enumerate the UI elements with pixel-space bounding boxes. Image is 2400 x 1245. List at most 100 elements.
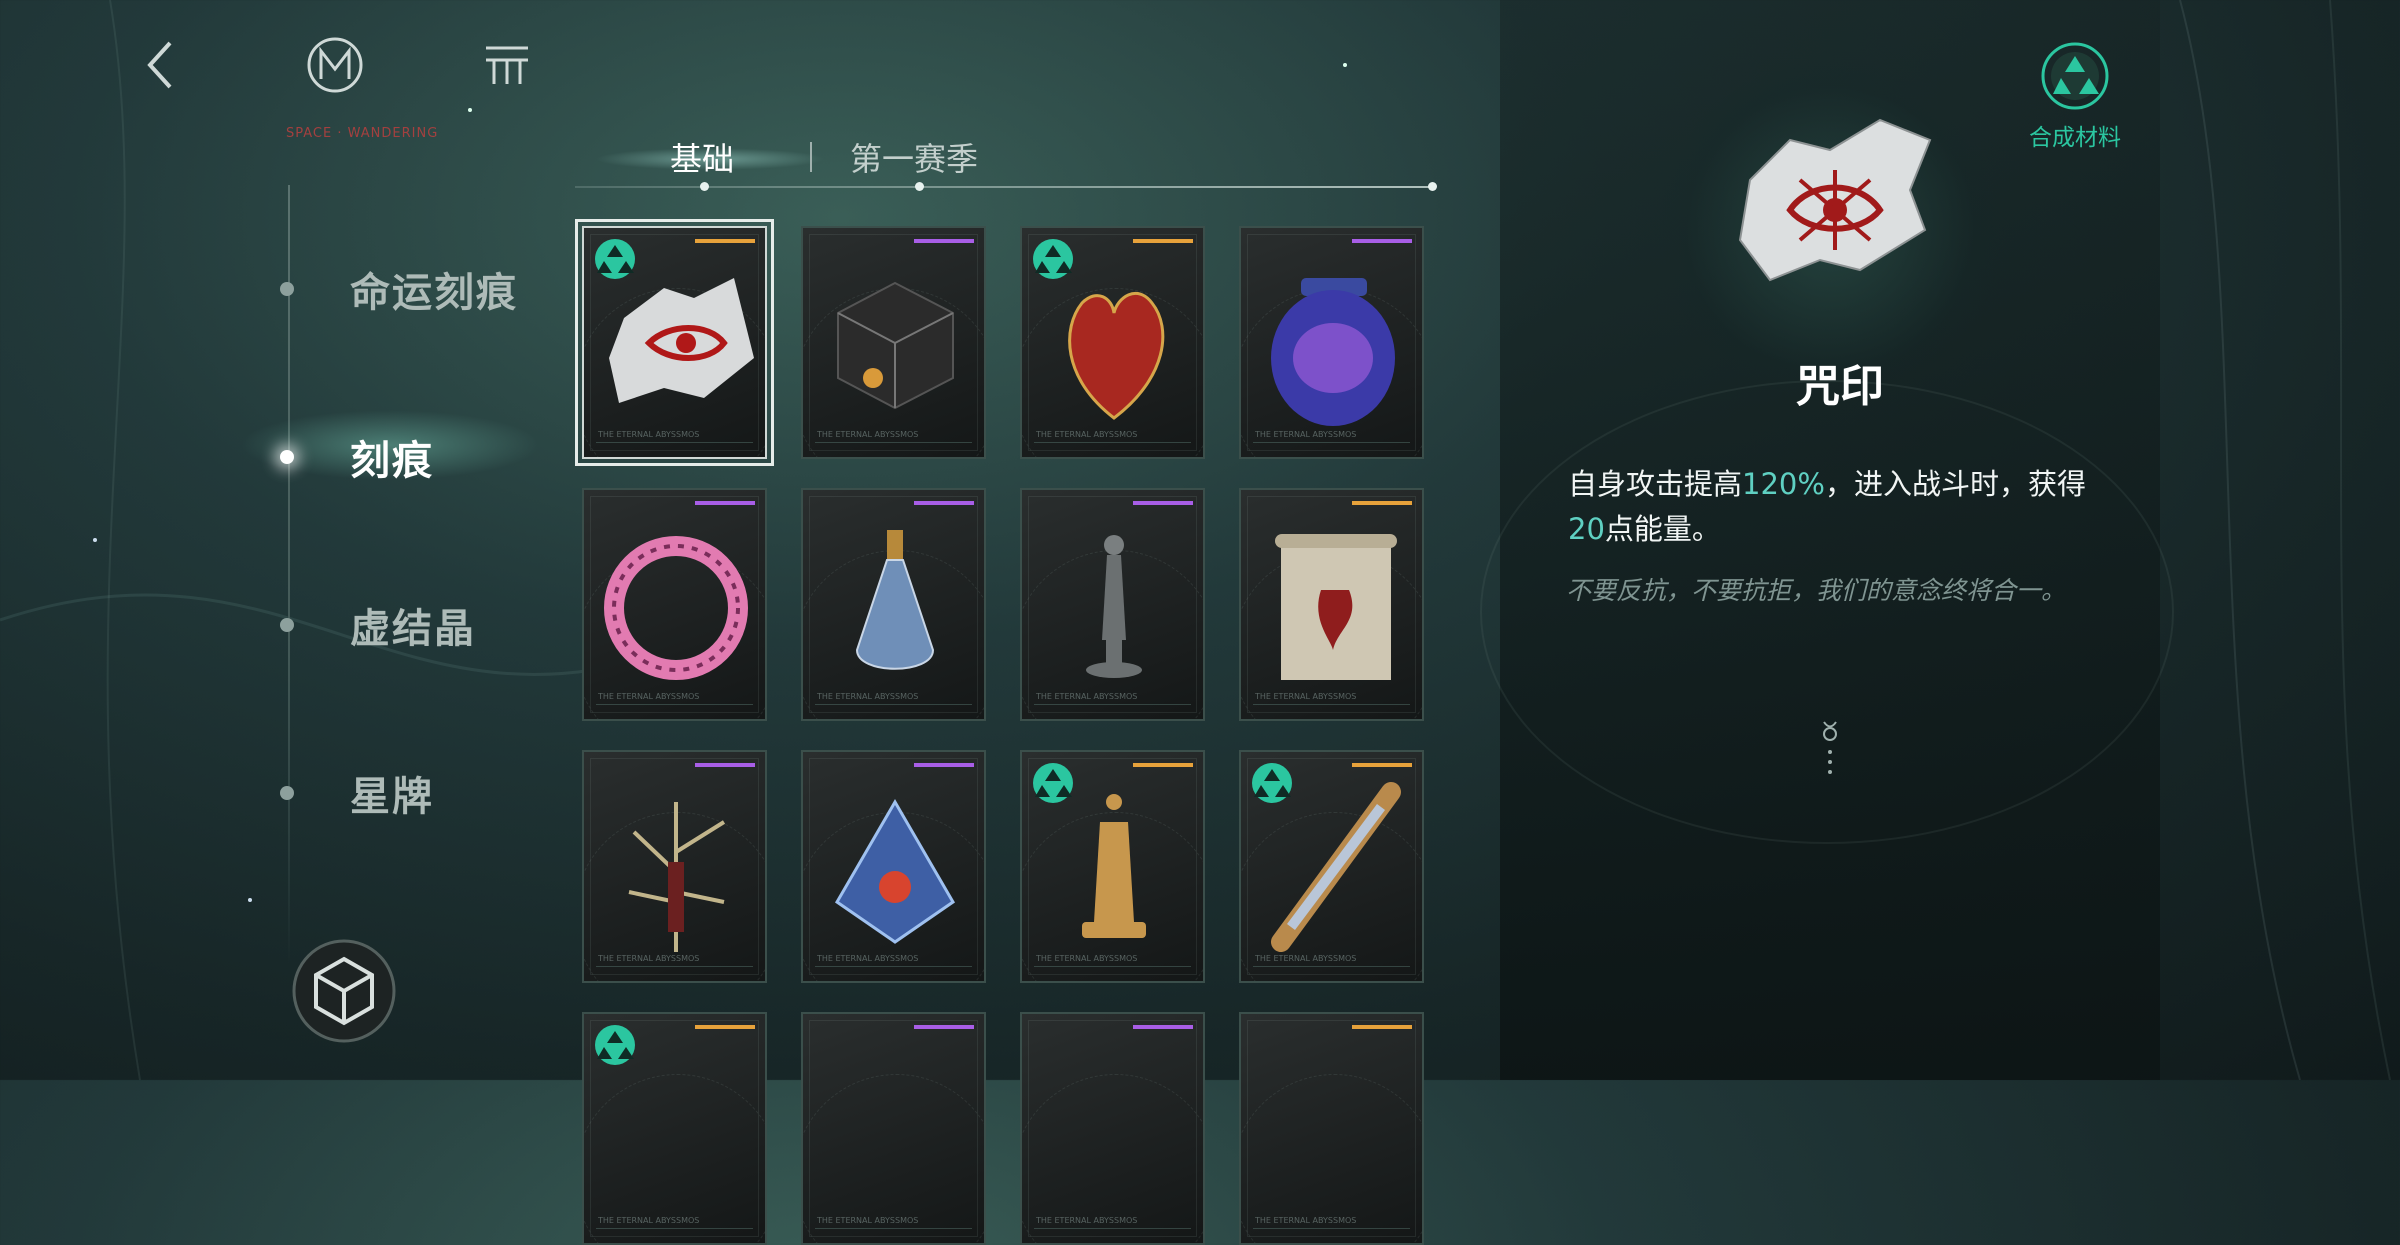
sidebar-item-star-card[interactable]: 星牌 (270, 764, 434, 822)
logo-button[interactable] (300, 30, 370, 100)
scroll-icon (1275, 534, 1397, 680)
rarity-bar (1133, 501, 1193, 505)
card-footer-line (596, 704, 753, 705)
tab-base[interactable]: 基础 (670, 134, 734, 180)
item-icon (1022, 1014, 1205, 1245)
synthesis-material-button[interactable]: 合成材料 (2020, 40, 2130, 152)
card-footer-line (1253, 1228, 1410, 1229)
card-footer-text: THE ETERNAL ABYSSMOS (1036, 430, 1138, 439)
m-logo-icon (307, 37, 363, 93)
sidebar-item-mark[interactable]: 刻痕 (270, 428, 434, 486)
material-badge-icon (595, 239, 635, 279)
item-card[interactable]: THE ETERNAL ABYSSMOS (582, 1012, 767, 1245)
item-card[interactable]: THE ETERNAL ABYSSMOS (1239, 226, 1424, 459)
card-footer-line (1034, 966, 1191, 967)
card-footer-text: THE ETERNAL ABYSSMOS (817, 1216, 919, 1225)
rarity-bar (1133, 239, 1193, 243)
item-icon (1241, 1014, 1424, 1245)
card-footer-line (1034, 442, 1191, 443)
rarity-bar (1352, 1025, 1412, 1029)
card-footer-text: THE ETERNAL ABYSSMOS (817, 692, 919, 701)
item-card[interactable]: THE ETERNAL ABYSSMOS (575, 219, 774, 466)
item-card[interactable]: THE ETERNAL ABYSSMOS (801, 488, 986, 721)
tab-node (700, 182, 709, 191)
rarity-bar (1133, 763, 1193, 767)
rarity-bar (1352, 239, 1412, 243)
item-card[interactable]: THE ETERNAL ABYSSMOS (1020, 1012, 1205, 1245)
rarity-bar (695, 239, 755, 243)
potion-bottle-icon (855, 530, 935, 670)
item-card[interactable]: THE ETERNAL ABYSSMOS (801, 226, 986, 459)
pink-ring-icon (604, 536, 748, 680)
tab-separator (810, 142, 812, 172)
rarity-bar (914, 1025, 974, 1029)
cursed-paper-icon (1738, 118, 1932, 282)
item-card[interactable]: THE ETERNAL ABYSSMOS (1020, 488, 1205, 721)
tab-node (1428, 182, 1437, 191)
card-footer-text: THE ETERNAL ABYSSMOS (1255, 954, 1357, 963)
desc-text: ，进入战斗时，获得 (1824, 467, 2086, 501)
card-footer-text: THE ETERNAL ABYSSMOS (1036, 954, 1138, 963)
card-footer-line (1034, 704, 1191, 705)
material-badge-icon (595, 1025, 635, 1065)
item-icon (803, 1014, 986, 1245)
item-card[interactable]: THE ETERNAL ABYSSMOS (582, 488, 767, 721)
item-card[interactable]: THE ETERNAL ABYSSMOS (1239, 750, 1424, 983)
rarity-bar (695, 501, 755, 505)
card-footer-text: THE ETERNAL ABYSSMOS (817, 954, 919, 963)
material-badge-icon (1033, 763, 1073, 803)
card-footer-line (596, 442, 753, 443)
brand-subtitle: SPACE · WANDERING (286, 126, 439, 141)
cube-button[interactable] (290, 937, 398, 1045)
sidebar-item-fate-mark[interactable]: 命运刻痕 (270, 260, 518, 318)
desc-highlight: 20 (1568, 512, 1605, 546)
statue-icon (1086, 535, 1142, 678)
card-footer-line (815, 442, 972, 443)
galaxy-jar-icon (1271, 278, 1395, 426)
card-footer-line (1253, 442, 1410, 443)
item-card[interactable]: THE ETERNAL ABYSSMOS (1020, 226, 1205, 459)
desc-text: 自身攻击提高 (1568, 467, 1743, 501)
nav-dot (280, 618, 294, 632)
rarity-bar (914, 763, 974, 767)
tab-bar: 基础 第一赛季 (575, 130, 1437, 191)
recycle-icon (2041, 42, 2109, 110)
nav-dot (280, 450, 294, 464)
item-name: 咒印 (1796, 361, 1884, 412)
card-footer-line (1253, 966, 1410, 967)
rarity-bar (695, 1025, 755, 1029)
card-footer-text: THE ETERNAL ABYSSMOS (598, 1216, 700, 1225)
item-card[interactable]: THE ETERNAL ABYSSMOS (801, 750, 986, 983)
sidebar-item-label: 星牌 (350, 773, 434, 820)
rarity-bar (1352, 763, 1412, 767)
card-footer-text: THE ETERNAL ABYSSMOS (1036, 1216, 1138, 1225)
dark-cube-icon (837, 281, 954, 410)
item-card[interactable]: THE ETERNAL ABYSSMOS (1239, 1012, 1424, 1245)
item-flavor-text: 不要反抗，不要抗拒，我们的意念终将合一。 (1566, 576, 2067, 605)
back-button[interactable] (125, 30, 195, 100)
scroll-indicator-icon (1823, 721, 1837, 774)
card-footer-line (596, 966, 753, 967)
card-footer-text: THE ETERNAL ABYSSMOS (598, 430, 700, 439)
crystal-ship-icon (835, 799, 955, 944)
sidebar-item-void-crystal[interactable]: 虚结晶 (270, 596, 476, 654)
card-footer-text: THE ETERNAL ABYSSMOS (598, 692, 700, 701)
item-card[interactable]: THE ETERNAL ABYSSMOS (1020, 750, 1205, 983)
desc-highlight: 120% (1742, 467, 1825, 501)
card-footer-line (596, 1228, 753, 1229)
nav-dot (280, 786, 294, 800)
material-badge-icon (1033, 239, 1073, 279)
material-badge-icon (1252, 763, 1292, 803)
item-card[interactable]: THE ETERNAL ABYSSMOS (801, 1012, 986, 1245)
item-card[interactable]: THE ETERNAL ABYSSMOS (582, 750, 767, 983)
desc-text: 点能量。 (1604, 512, 1721, 546)
rarity-bar (695, 763, 755, 767)
menu-button[interactable] (472, 30, 542, 100)
card-footer-line (1253, 704, 1410, 705)
item-card[interactable]: THE ETERNAL ABYSSMOS (1239, 488, 1424, 721)
rarity-bar (914, 501, 974, 505)
cube-icon (292, 939, 396, 1043)
tab-season-one[interactable]: 第一赛季 (850, 134, 978, 180)
card-footer-line (1034, 1228, 1191, 1229)
rarity-bar (914, 239, 974, 243)
